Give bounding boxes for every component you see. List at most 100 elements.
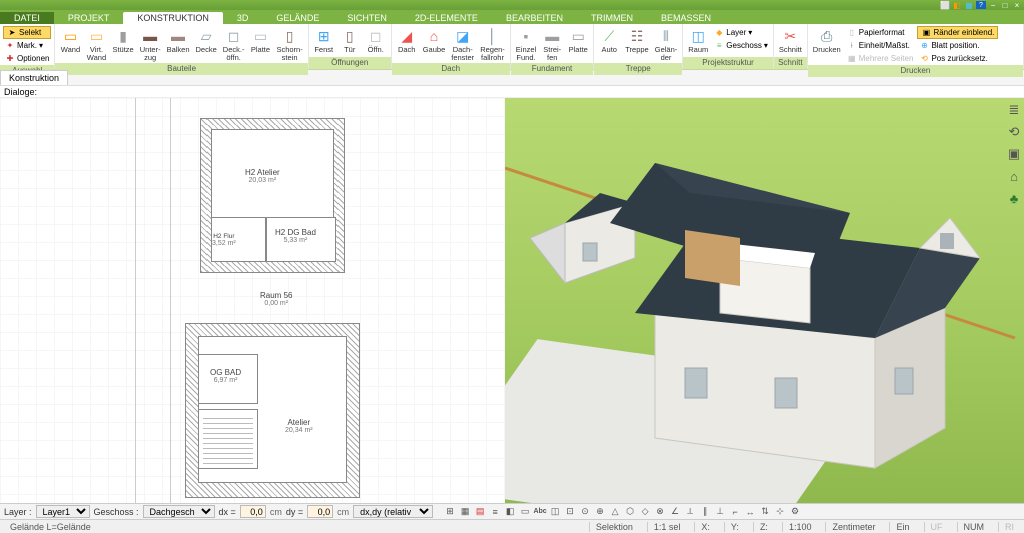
dy-input[interactable] (307, 505, 333, 518)
minimize-icon[interactable]: − (988, 1, 998, 9)
view3d-toolbar: ≣ ⟲ ▣ ⌂ ♣ (1006, 102, 1022, 206)
tab-3d[interactable]: 3D (223, 12, 263, 24)
virtwand-button[interactable]: ▭Virt. Wand (84, 26, 108, 63)
geschoss-select[interactable]: Dachgesch (143, 505, 215, 518)
platte-button[interactable]: ▭Platte (248, 26, 272, 63)
tab-gelaende[interactable]: GELÄNDE (262, 12, 333, 24)
room-label-h2atelier: H2 Atelier20,03 m² (245, 168, 280, 184)
titlebar-icon-3[interactable]: ▦ (964, 1, 974, 9)
einzelfund-button[interactable]: ▪Einzel Fund. (514, 26, 538, 63)
fund-platte-button[interactable]: ▭Platte (566, 26, 590, 63)
opt-icon-5[interactable]: ◧ (503, 505, 517, 518)
layer-button[interactable]: ◆Layer ▾ (712, 26, 770, 39)
papierformat-button[interactable]: ▯Papierformat (845, 26, 916, 39)
auto-treppe-button[interactable]: ⟋Auto (597, 26, 621, 63)
einheit-button[interactable]: ⟊Einheit/Maßst. (845, 39, 916, 52)
view3d-rotate-icon[interactable]: ⟲ (1006, 124, 1022, 140)
tab-bemassen[interactable]: BEMASSEN (647, 12, 725, 24)
treppe-button[interactable]: ☷Treppe (623, 26, 651, 63)
regenfallrohr-button[interactable]: │Regen- fallrohr (478, 26, 507, 63)
view3d-layers-icon[interactable]: ≣ (1006, 102, 1022, 118)
ribbon-label-projektstruktur: Projektstruktur (683, 57, 773, 69)
decke-button[interactable]: ▱Decke (194, 26, 219, 63)
opt-icon-4[interactable]: ≡ (488, 505, 502, 518)
view-3d[interactable]: ≣ ⟲ ▣ ⌂ ♣ (505, 98, 1024, 503)
posreset-button[interactable]: ⟲Pos zurücksetz. (917, 52, 998, 65)
stuetze-button[interactable]: ▮Stütze (110, 26, 135, 63)
opt-icon-21[interactable]: ⇅ (758, 505, 772, 518)
ribbon-label-bauteile: Bauteile (55, 63, 307, 75)
opt-icon-12[interactable]: ⬡ (623, 505, 637, 518)
dach-button[interactable]: ◢Dach (395, 26, 419, 63)
schornstein-button[interactable]: ▯Schorn- stein (274, 26, 304, 63)
dx-input[interactable] (240, 505, 266, 518)
view3d-camera-icon[interactable]: ▣ (1006, 146, 1022, 162)
layer-select[interactable]: Layer1 (36, 505, 90, 518)
opt-icon-1[interactable]: ⊞ (443, 505, 457, 518)
opt-icon-19[interactable]: ⌐ (728, 505, 742, 518)
opt-icon-17[interactable]: ∥ (698, 505, 712, 518)
tab-trimmen[interactable]: TRIMMEN (577, 12, 647, 24)
tab-konstruktion[interactable]: KONSTRUKTION (123, 12, 223, 24)
opt-icon-abc[interactable]: Abc (533, 505, 547, 518)
tab-bearbeiten[interactable]: BEARBEITEN (492, 12, 577, 24)
help-icon[interactable]: ? (976, 1, 986, 9)
opt-icon-9[interactable]: ⊙ (578, 505, 592, 518)
opt-icon-13[interactable]: ◇ (638, 505, 652, 518)
opt-icon-3[interactable]: ▤ (473, 505, 487, 518)
tab-sichten[interactable]: SICHTEN (333, 12, 401, 24)
gaube-button[interactable]: ⌂Gaube (421, 26, 448, 63)
opt-icon-11[interactable]: △ (608, 505, 622, 518)
unterzug-button[interactable]: ▬Unter- zug (138, 26, 163, 63)
subtab-konstruktion[interactable]: Konstruktion (0, 70, 68, 85)
opt-icon-6[interactable]: ▭ (518, 505, 532, 518)
opt-icon-23[interactable]: ⚙ (788, 505, 802, 518)
schnitt-button[interactable]: ✂Schnitt (777, 26, 804, 57)
gelaender-button[interactable]: ⦀Gelän- der (653, 26, 680, 63)
blattpos-button[interactable]: ⊕Blatt position. (917, 39, 998, 52)
view3d-tree-icon[interactable]: ♣ (1006, 190, 1022, 206)
drucken-button[interactable]: ⎙Drucken (811, 26, 843, 65)
raender-button[interactable]: ▣Ränder einblend. (917, 26, 998, 39)
streifen-button[interactable]: ▬Strei- fen (540, 26, 564, 63)
opt-icon-22[interactable]: ⊹ (773, 505, 787, 518)
mehrere-button[interactable]: ▦Mehrere Seiten (845, 52, 916, 65)
opt-icon-14[interactable]: ⊗ (653, 505, 667, 518)
balken-button[interactable]: ▬Balken (165, 26, 192, 63)
opt-icon-2[interactable]: ▦ (458, 505, 472, 518)
opt-icon-18[interactable]: ⊥ (713, 505, 727, 518)
titlebar-icon-1[interactable]: ⬜ (940, 1, 950, 9)
dachfenster-button[interactable]: ◪Dach- fenster (449, 26, 476, 63)
slab-icon: ▭ (251, 27, 269, 45)
opt-icon-15[interactable]: ∠ (668, 505, 682, 518)
opt-icon-8[interactable]: ⊡ (563, 505, 577, 518)
optionen-button[interactable]: ✚Optionen (3, 52, 51, 65)
plan-view-2d[interactable]: H2 Atelier20,03 m² H2 Flur3,52 m² H2 DG … (0, 98, 505, 503)
opt-icon-7[interactable]: ◫ (548, 505, 562, 518)
geschoss-button[interactable]: ≡Geschoss ▾ (712, 39, 770, 52)
deckoeffn-button[interactable]: ◻Deck.- öffn. (221, 26, 247, 63)
wand-button[interactable]: ▭Wand (58, 26, 82, 63)
selekt-button[interactable]: ➤Selekt (3, 26, 51, 39)
tuer-button[interactable]: ▯Tür (338, 26, 362, 57)
status-scale: 1:100 (782, 522, 818, 532)
tab-2d[interactable]: 2D-ELEMENTE (401, 12, 492, 24)
opt-icon-10[interactable]: ⊕ (593, 505, 607, 518)
opt-icon-16[interactable]: ⟂ (683, 505, 697, 518)
room-label-h2flur: H2 Flur3,52 m² (212, 233, 236, 247)
mode-select[interactable]: dx,dy (relativ ka (353, 505, 433, 518)
view3d-home-icon[interactable]: ⌂ (1006, 168, 1022, 184)
maximize-icon[interactable]: □ (1000, 1, 1010, 9)
close-icon[interactable]: × (1012, 1, 1022, 9)
fenst-button[interactable]: ⊞Fenst (312, 26, 336, 57)
status-x: X: (694, 522, 716, 532)
opt-icon-20[interactable]: ↔ (743, 505, 757, 518)
tab-projekt[interactable]: PROJEKT (54, 12, 124, 24)
tab-datei[interactable]: DATEI (0, 12, 54, 24)
raum-button[interactable]: ◫Raum (686, 26, 710, 57)
oeffn-button[interactable]: ◻Öffn. (364, 26, 388, 57)
titlebar-icon-2[interactable]: ◧ (952, 1, 962, 9)
mark-button[interactable]: ✦Mark. ▾ (3, 39, 51, 52)
layer-icon: ◆ (714, 28, 724, 38)
status-ein: Ein (889, 522, 915, 532)
